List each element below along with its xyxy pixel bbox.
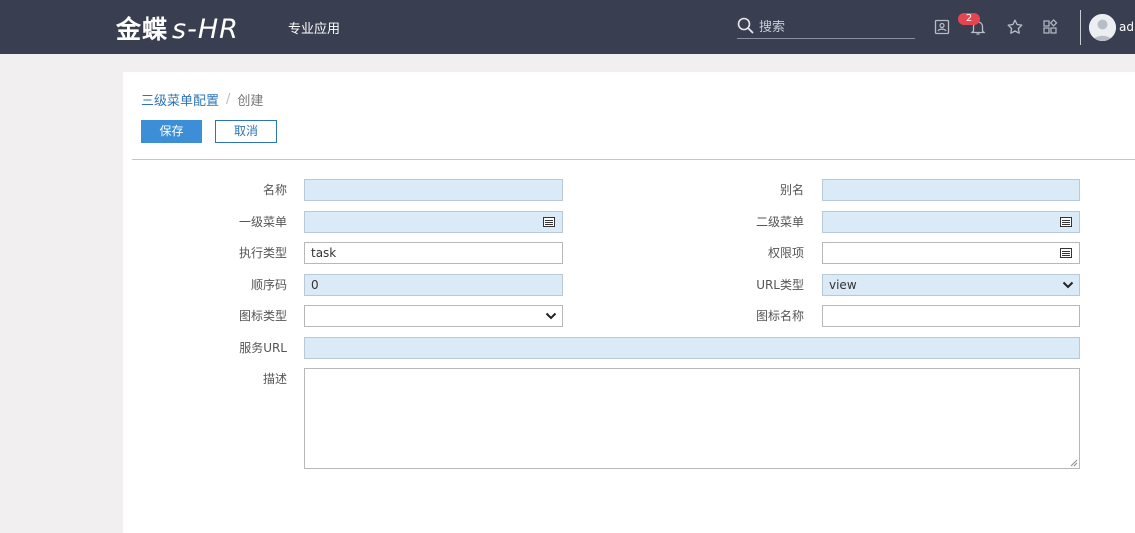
cancel-button[interactable]: 取消 [215, 120, 277, 143]
star-icon[interactable] [1006, 18, 1024, 36]
icon-type-label: 图标类型 [238, 309, 287, 323]
lookup-list-icon[interactable] [543, 217, 555, 227]
description-textarea[interactable] [304, 368, 1080, 469]
service-url-label: 服务URL [239, 341, 287, 355]
exec-type-field[interactable]: task [304, 242, 563, 264]
search-icon[interactable] [737, 17, 754, 37]
logo-text-en: s-HR [172, 14, 239, 45]
service-url-field[interactable] [304, 337, 1080, 359]
chevron-down-icon[interactable] [545, 311, 557, 321]
resize-handle-icon[interactable] [1070, 459, 1078, 467]
level2-menu-field[interactable] [822, 211, 1080, 233]
level2-menu-label: 二级菜单 [755, 215, 804, 229]
apps-grid-icon[interactable] [1041, 18, 1059, 36]
alias-field[interactable] [822, 179, 1080, 201]
name-label: 名称 [262, 183, 287, 197]
user-avatar-icon[interactable] [1089, 14, 1116, 41]
contact-card-icon[interactable] [933, 18, 951, 36]
permission-label: 权限项 [767, 246, 804, 260]
save-button[interactable]: 保存 [141, 120, 202, 143]
url-type-label: URL类型 [756, 278, 804, 292]
top-bar: 金蝶 s-HR 专业应用 2 adm [0, 0, 1135, 54]
search-box[interactable] [737, 16, 915, 39]
permission-field[interactable] [822, 242, 1080, 264]
brand-logo[interactable]: 金蝶 s-HR [116, 10, 239, 45]
order-code-label: 顺序码 [250, 278, 287, 292]
order-code-field[interactable]: 0 [304, 274, 563, 296]
nav-professional-apps[interactable]: 专业应用 [288, 18, 340, 37]
icon-name-field[interactable] [822, 305, 1080, 327]
level1-menu-label: 一级菜单 [238, 215, 287, 229]
exec-type-label: 执行类型 [238, 246, 287, 260]
breadcrumb: 三级菜单配置 / 创建 [141, 90, 263, 109]
logo-text-cn: 金蝶 [116, 15, 169, 44]
notification-badge: 2 [958, 13, 980, 25]
icon-type-select[interactable] [304, 305, 563, 327]
alias-label: 别名 [779, 183, 804, 197]
url-type-value: view [829, 278, 857, 292]
icon-name-label: 图标名称 [755, 309, 804, 323]
breadcrumb-current: 创建 [237, 94, 264, 109]
description-label: 描述 [262, 372, 287, 386]
name-field[interactable] [304, 179, 563, 201]
search-input[interactable] [759, 19, 909, 35]
lookup-list-icon[interactable] [1060, 217, 1072, 227]
user-name[interactable]: adm [1119, 20, 1135, 34]
breadcrumb-separator: / [226, 92, 231, 107]
toolbar-divider [132, 159, 1135, 160]
url-type-select[interactable]: view [822, 274, 1080, 296]
level1-menu-field[interactable] [304, 211, 563, 233]
breadcrumb-parent-link[interactable]: 三级菜单配置 [141, 90, 219, 109]
lookup-list-icon[interactable] [1060, 248, 1072, 258]
main-panel: 三级菜单配置 / 创建 保存 取消 名称 别名 一级菜单 二级菜单 执行类型 t… [123, 72, 1135, 533]
chevron-down-icon[interactable] [1062, 280, 1074, 290]
header-divider [1080, 10, 1081, 45]
